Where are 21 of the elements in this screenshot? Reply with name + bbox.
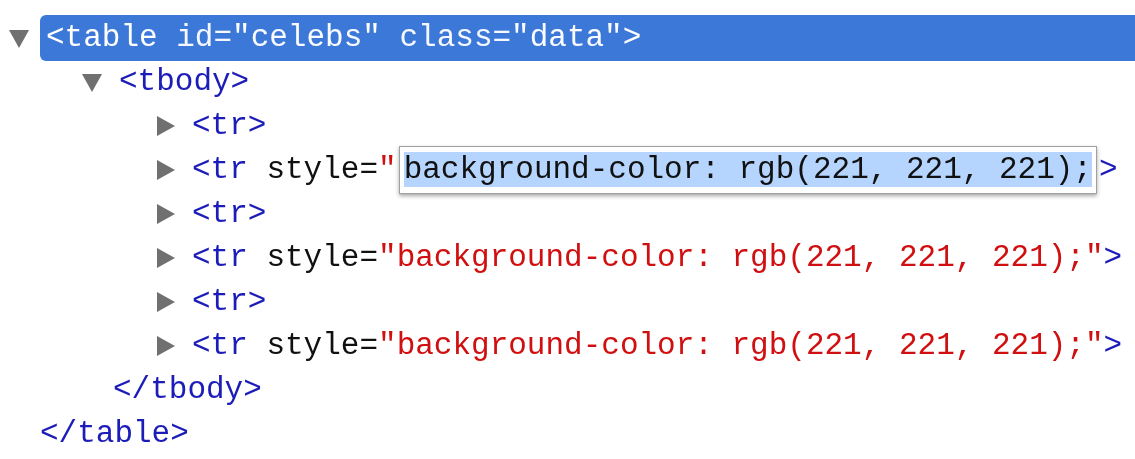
markup-text: <table id="celebs" class="data">	[46, 18, 642, 57]
collapse-triangle-icon[interactable]	[81, 71, 103, 93]
tree-row[interactable]: <table id="celebs" class="data">	[40, 14, 1135, 62]
expand-triangle-icon[interactable]	[154, 247, 176, 269]
markup-text: <tr>	[192, 106, 267, 145]
expand-triangle-icon[interactable]	[154, 115, 176, 137]
expand-triangle-icon[interactable]	[154, 291, 176, 313]
markup-text: <tr>	[192, 194, 267, 233]
markup-text: </table>	[40, 414, 189, 453]
markup-text: <tbody>	[119, 62, 250, 101]
markup-text: <tr style="	[192, 150, 397, 189]
markup-text: >	[1098, 150, 1118, 189]
attribute-edit-field[interactable]: background-color: rgb(221, 221, 221);	[398, 145, 1097, 195]
expand-triangle-icon[interactable]	[154, 203, 176, 225]
markup-text: <tr style="background-color: rgb(221, 221, 221);">	[192, 238, 1123, 277]
markup-text: <tr>	[192, 282, 267, 321]
markup-text: <tr style="background-color: rgb(221, 221, 221);">	[192, 326, 1123, 365]
markup-text: </tbody>	[113, 370, 262, 409]
expand-triangle-icon[interactable]	[154, 159, 176, 181]
expand-triangle-icon[interactable]	[154, 335, 176, 357]
collapse-triangle-icon[interactable]	[8, 27, 30, 49]
